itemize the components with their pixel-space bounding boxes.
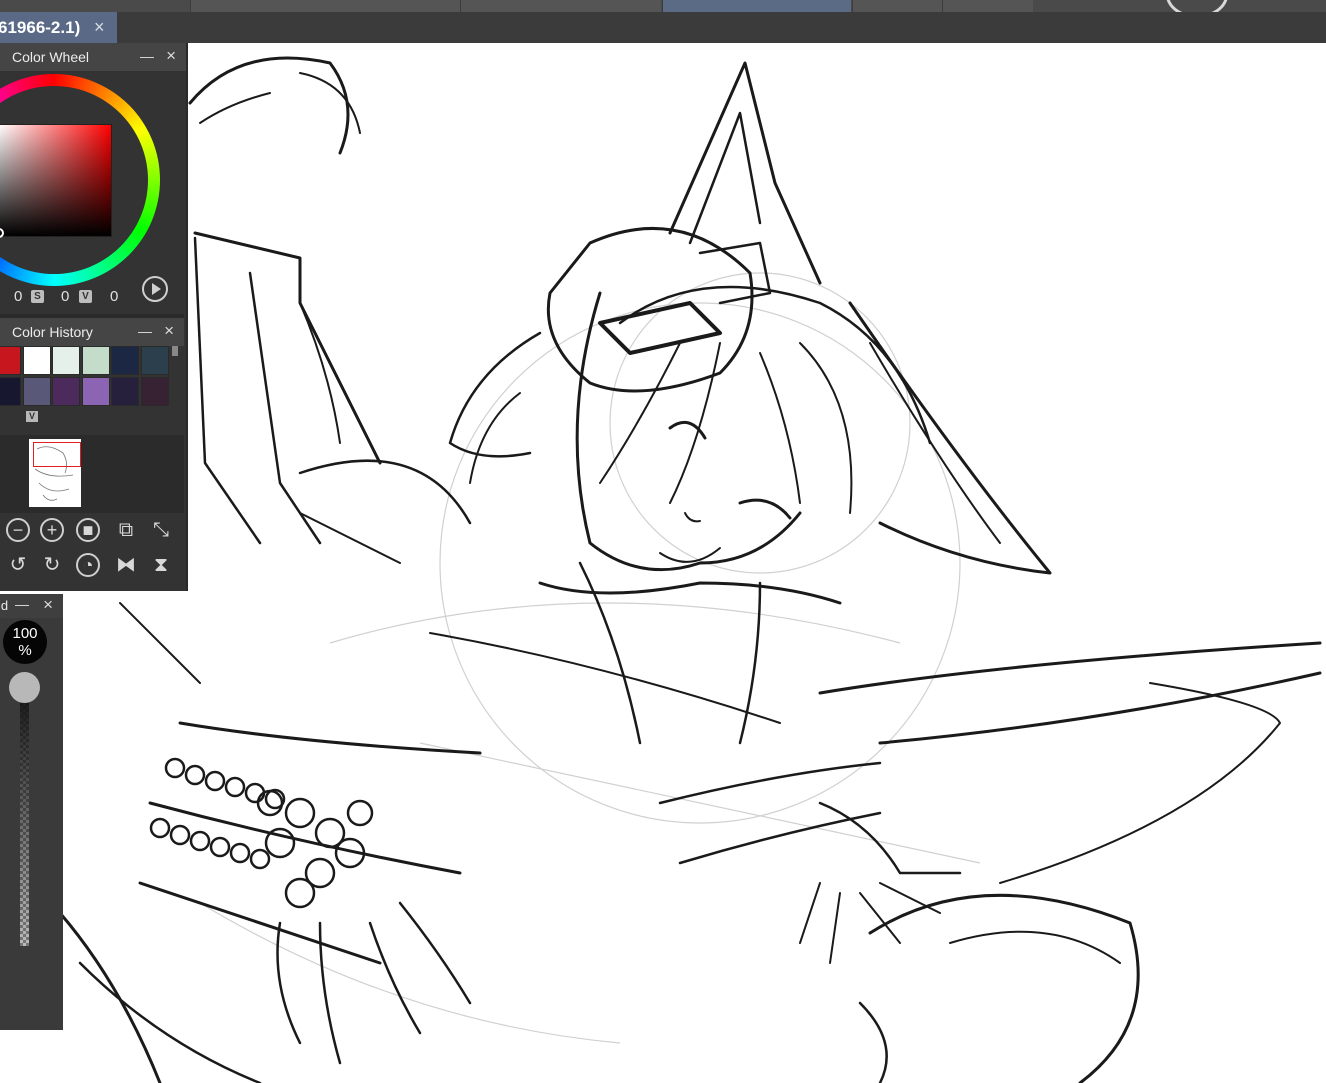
saturation-badge: S xyxy=(31,290,44,303)
color-wheel-title: Color Wheel xyxy=(12,49,90,65)
document-tab-bar: 61966-2.1) × xyxy=(0,12,1326,43)
reset-rotation-icon[interactable]: ◔ xyxy=(76,553,100,577)
opacity-slider-track[interactable] xyxy=(20,688,29,946)
navigator-viewport-rect[interactable] xyxy=(33,442,81,467)
fullscreen-icon[interactable]: ⤡ xyxy=(149,518,173,542)
color-history-swatches xyxy=(0,346,172,408)
toolbar-group-active[interactable] xyxy=(662,0,851,12)
minimize-icon[interactable]: — xyxy=(15,596,29,612)
saturation-value[interactable]: 0 xyxy=(61,288,69,305)
tab-close-icon[interactable]: × xyxy=(94,12,105,43)
color-history-title: Color History xyxy=(12,324,93,340)
document-tab-title: 61966-2.1) xyxy=(0,18,81,37)
expand-history-icon[interactable]: V xyxy=(26,411,38,422)
opacity-value: 100 xyxy=(12,625,38,642)
color-swatch[interactable] xyxy=(0,346,21,375)
toolbar-group-3[interactable] xyxy=(852,0,943,12)
line-art-drawing xyxy=(58,56,1322,1083)
brightness-value[interactable]: 0 xyxy=(110,288,118,305)
color-swatch[interactable] xyxy=(52,346,80,375)
opacity-slider-knob[interactable] xyxy=(9,672,40,703)
rotate-right-icon[interactable]: ↻ xyxy=(40,553,64,577)
actual-size-icon[interactable]: ⧉ xyxy=(114,518,138,542)
toolbar-group-2[interactable] xyxy=(460,0,661,12)
drawing-canvas[interactable] xyxy=(0,43,1326,1083)
history-scrollbar[interactable] xyxy=(172,346,178,356)
navigator-preview[interactable] xyxy=(0,435,184,513)
color-swatch[interactable] xyxy=(111,346,139,375)
toolbar-group-4[interactable] xyxy=(942,0,1033,12)
left-dock-panel: Color Wheel — × 0 S 0 V 0 Color History … xyxy=(0,43,188,591)
hue-value[interactable]: 0 xyxy=(14,288,22,305)
color-swatch[interactable] xyxy=(81,377,110,406)
opacity-value-badge: 100 % xyxy=(3,620,47,664)
minimize-icon[interactable]: — xyxy=(138,323,152,339)
flip-vertical-icon[interactable]: ⧗ xyxy=(149,553,173,577)
zoom-in-icon[interactable]: + xyxy=(40,518,64,542)
zoom-out-icon[interactable]: − xyxy=(6,518,30,542)
saturation-value-square[interactable] xyxy=(0,124,112,237)
close-icon[interactable]: × xyxy=(43,595,53,615)
color-swatch[interactable] xyxy=(22,377,51,406)
close-icon[interactable]: × xyxy=(164,321,174,341)
opacity-unit: % xyxy=(18,642,32,659)
rotate-left-icon[interactable]: ↺ xyxy=(6,553,30,577)
opacity-panel: id — × 100 % xyxy=(0,594,63,1030)
fit-icon[interactable]: ■ xyxy=(76,518,100,542)
minimize-icon[interactable]: — xyxy=(140,48,154,64)
opacity-panel-title: id xyxy=(0,598,9,613)
value-badge: V xyxy=(79,290,92,303)
color-history-header[interactable]: Color History — × xyxy=(0,318,184,346)
color-wheel-header[interactable]: Color Wheel — × xyxy=(0,43,186,71)
color-swatch[interactable] xyxy=(140,377,169,406)
color-swatch[interactable] xyxy=(22,346,51,375)
color-swatch[interactable] xyxy=(0,377,21,406)
play-icon[interactable] xyxy=(142,276,168,302)
color-swatch[interactable] xyxy=(140,346,169,375)
opacity-gradient xyxy=(20,688,29,946)
document-tab[interactable]: 61966-2.1) × xyxy=(0,12,117,43)
close-icon[interactable]: × xyxy=(166,46,176,66)
color-swatch[interactable] xyxy=(52,377,80,406)
flip-horizontal-icon[interactable]: ⧓ xyxy=(114,553,138,577)
opacity-panel-header[interactable]: id — × xyxy=(0,594,63,618)
toolbar-group-1[interactable] xyxy=(190,0,461,12)
color-swatch[interactable] xyxy=(111,377,139,406)
top-toolbar xyxy=(0,0,1326,18)
navigator-tools: − + ■ ⧉ ⤡ ↺ ↻ ◔ ⧓ ⧗ xyxy=(0,513,184,591)
color-swatch[interactable] xyxy=(81,346,110,375)
